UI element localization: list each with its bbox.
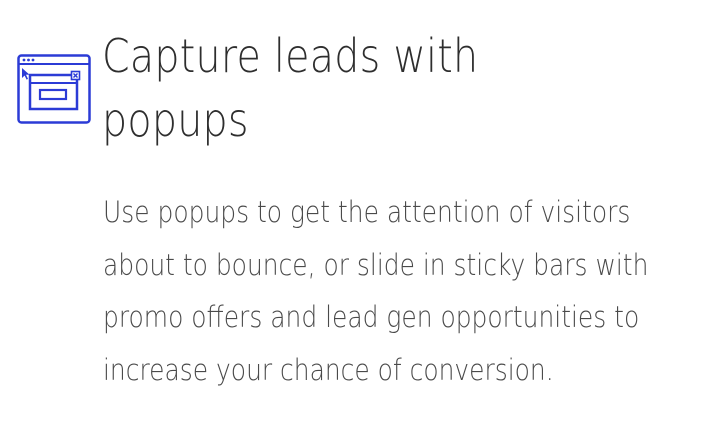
feature-title: Capture leads with popups xyxy=(102,29,479,147)
popup-window-icon xyxy=(17,54,91,124)
feature-card: Capture leads with popups Use popups to … xyxy=(0,0,708,448)
feature-description: Use popups to get the attention of visit… xyxy=(103,195,649,387)
